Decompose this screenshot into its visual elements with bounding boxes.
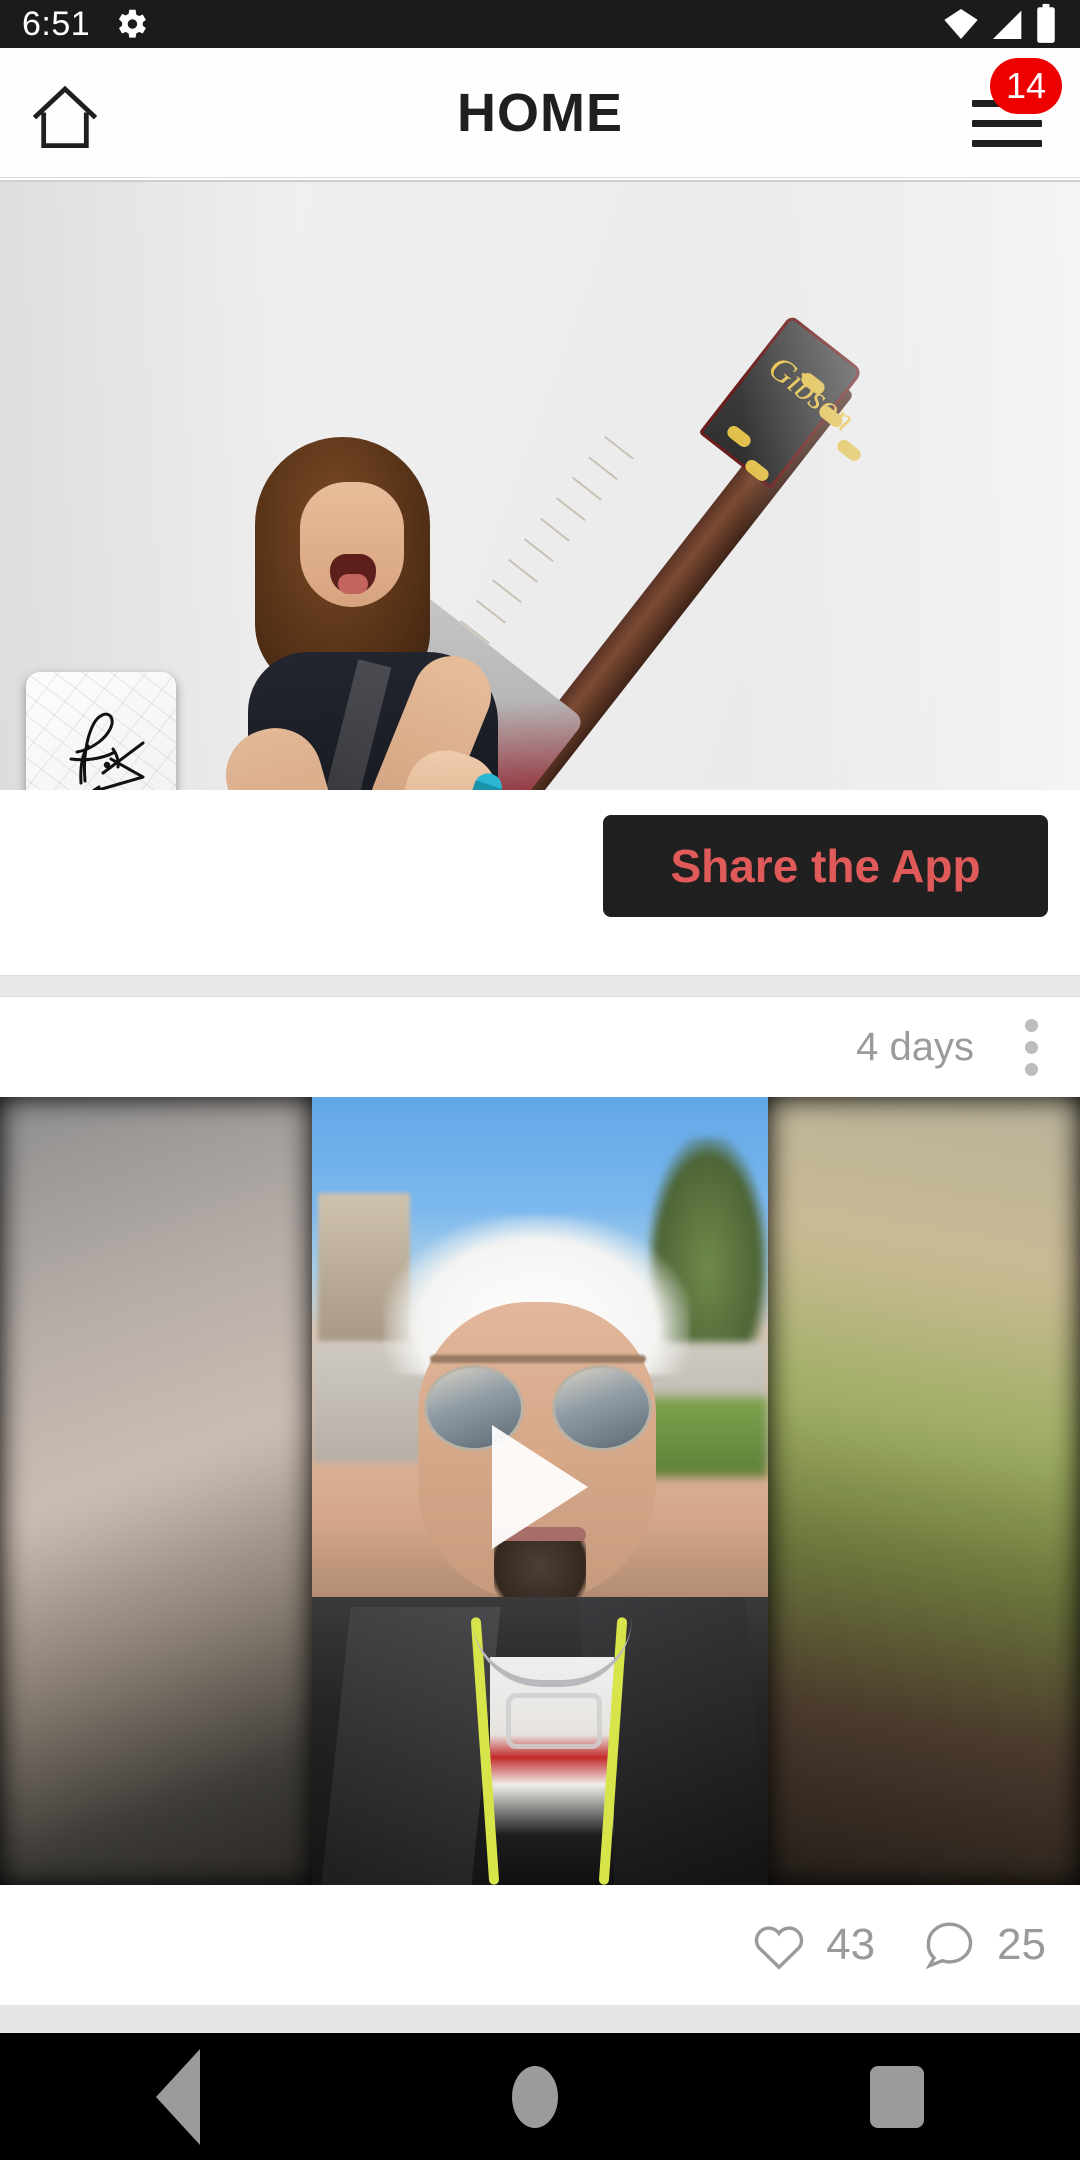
like-button[interactable]: 43 <box>750 1918 875 1972</box>
cellular-signal-icon <box>993 10 1022 39</box>
notification-badge[interactable]: 14 <box>990 58 1062 114</box>
post-media-video[interactable] <box>0 1097 1080 1885</box>
hamburger-menu-icon-line-2 <box>972 120 1042 127</box>
like-count: 43 <box>826 1920 876 1969</box>
status-bar-indicators <box>940 3 1058 45</box>
kebab-dot-1 <box>1024 1018 1038 1032</box>
hamburger-menu-icon-line-3 <box>972 140 1042 147</box>
hero-right-fade <box>740 182 1080 790</box>
post-header: 4 days <box>0 997 1080 1097</box>
recents-square-icon[interactable] <box>870 2065 924 2128</box>
kebab-dot-3 <box>1024 1062 1038 1076</box>
home-circle-icon[interactable] <box>512 2065 558 2128</box>
share-section: Share the App <box>0 790 1080 975</box>
hamburger-menu-button[interactable]: 14 <box>972 58 1062 150</box>
wifi-icon <box>944 9 978 39</box>
android-navigation-bar <box>0 2033 1080 2160</box>
post-timestamp: 4 days <box>856 1024 974 1069</box>
kebab-dot-2 <box>1024 1040 1038 1054</box>
page-title: HOME <box>457 83 623 143</box>
bottom-divider <box>0 2005 1080 2033</box>
comment-button[interactable]: 25 <box>921 1918 1046 1972</box>
signature-icon <box>69 712 145 794</box>
app-root: 6:51 HOME 14 Share the App 4 days 43 25 <box>0 0 1080 2160</box>
comment-count: 25 <box>997 1920 1046 1969</box>
heart-icon <box>754 1926 804 1970</box>
status-bar-clock: 6:51 <box>22 5 91 43</box>
post-actions: 43 25 <box>0 1885 1080 2005</box>
comment-bubble-icon <box>925 1922 973 1970</box>
share-the-app-button[interactable]: Share the App <box>603 815 1048 917</box>
play-icon[interactable] <box>492 1425 588 1549</box>
performer-tongue-shape <box>338 574 368 594</box>
back-triangle-icon[interactable] <box>156 2048 200 2145</box>
battery-icon <box>1037 3 1055 43</box>
video-play-overlay <box>0 1097 1080 1885</box>
section-divider <box>0 975 1080 997</box>
app-bar: HOME 14 <box>0 48 1080 178</box>
kebab-menu-icon[interactable] <box>1008 1010 1054 1084</box>
gear-icon <box>112 5 150 43</box>
status-bar: 6:51 <box>0 0 1080 48</box>
